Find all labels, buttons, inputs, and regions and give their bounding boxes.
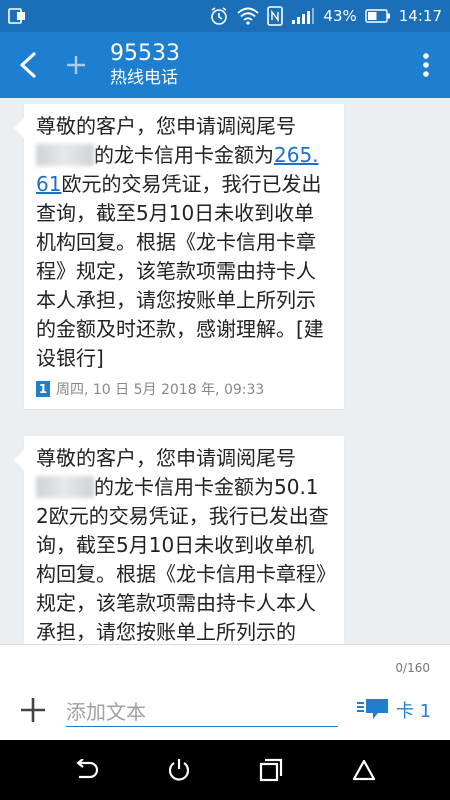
sim-notification-icon	[8, 7, 28, 25]
masked-card-number	[36, 476, 94, 498]
conversation-title: 95533 热线电话	[110, 41, 180, 89]
back-button[interactable]	[0, 32, 56, 98]
recents-icon	[260, 758, 283, 782]
nfc-icon	[267, 6, 284, 26]
message-body: 尊敬的客户，您申请调阅尾号的龙卡信用卡金额为265.61欧元的交易凭证，我行已发…	[36, 114, 324, 370]
message-input[interactable]	[66, 697, 338, 727]
message-bubble[interactable]: 尊敬的客户，您申请调阅尾号的龙卡信用卡金额为265.61欧元的交易凭证，我行已发…	[14, 104, 344, 409]
power-home-icon	[168, 759, 189, 781]
status-bar: 43% 14:17	[0, 0, 450, 32]
overflow-menu-button[interactable]	[402, 32, 450, 98]
compose-bar: 0/160 卡 1	[0, 644, 450, 740]
navigation-bar	[0, 740, 450, 800]
message-send-icon	[357, 699, 388, 719]
nav-back-icon	[76, 759, 99, 779]
message-timestamp: 周四, 10 日 5月 2018 年, 09:33	[56, 382, 265, 398]
home-triangle-icon	[352, 759, 375, 781]
nav-back-button[interactable]	[56, 740, 116, 800]
send-sim-label: 卡 1	[396, 701, 432, 722]
signal-icon	[291, 7, 315, 25]
character-counter: 0/160	[395, 661, 430, 675]
message-list[interactable]: 尊敬的客户，您申请调阅尾号的龙卡信用卡金额为265.61欧元的交易凭证，我行已发…	[0, 98, 450, 644]
sim-card-icon: 1	[36, 381, 50, 397]
alarm-icon	[209, 6, 229, 26]
add-contact-button[interactable]	[56, 32, 96, 98]
sender-number: 95533	[110, 41, 180, 66]
more-vert-icon	[423, 53, 429, 77]
app-bar: 95533 热线电话	[0, 32, 450, 98]
battery-icon	[365, 9, 391, 23]
wifi-icon	[237, 7, 260, 25]
sender-label: 热线电话	[110, 68, 178, 88]
masked-card-number	[36, 144, 94, 166]
attach-button[interactable]	[18, 695, 48, 725]
nav-home-button[interactable]	[149, 740, 209, 800]
plus-icon	[21, 698, 45, 722]
send-button[interactable]: 卡 1	[356, 693, 431, 727]
nav-recents-button[interactable]	[241, 740, 301, 800]
message-bubble[interactable]: 尊敬的客户，您申请调阅尾号的龙卡信用卡金额为50.12欧元的交易凭证，我行已发出…	[14, 436, 344, 644]
back-arrow-icon	[20, 52, 36, 78]
message-meta: 1 周四, 10 日 5月 2018 年, 09:33	[36, 379, 330, 399]
nav-up-button[interactable]	[334, 740, 394, 800]
battery-percent: 43%	[323, 7, 357, 25]
clock: 14:17	[398, 7, 442, 25]
message-body: 尊敬的客户，您申请调阅尾号的龙卡信用卡金额为50.12欧元的交易凭证，我行已发出…	[36, 446, 329, 644]
plus-icon	[67, 56, 85, 74]
